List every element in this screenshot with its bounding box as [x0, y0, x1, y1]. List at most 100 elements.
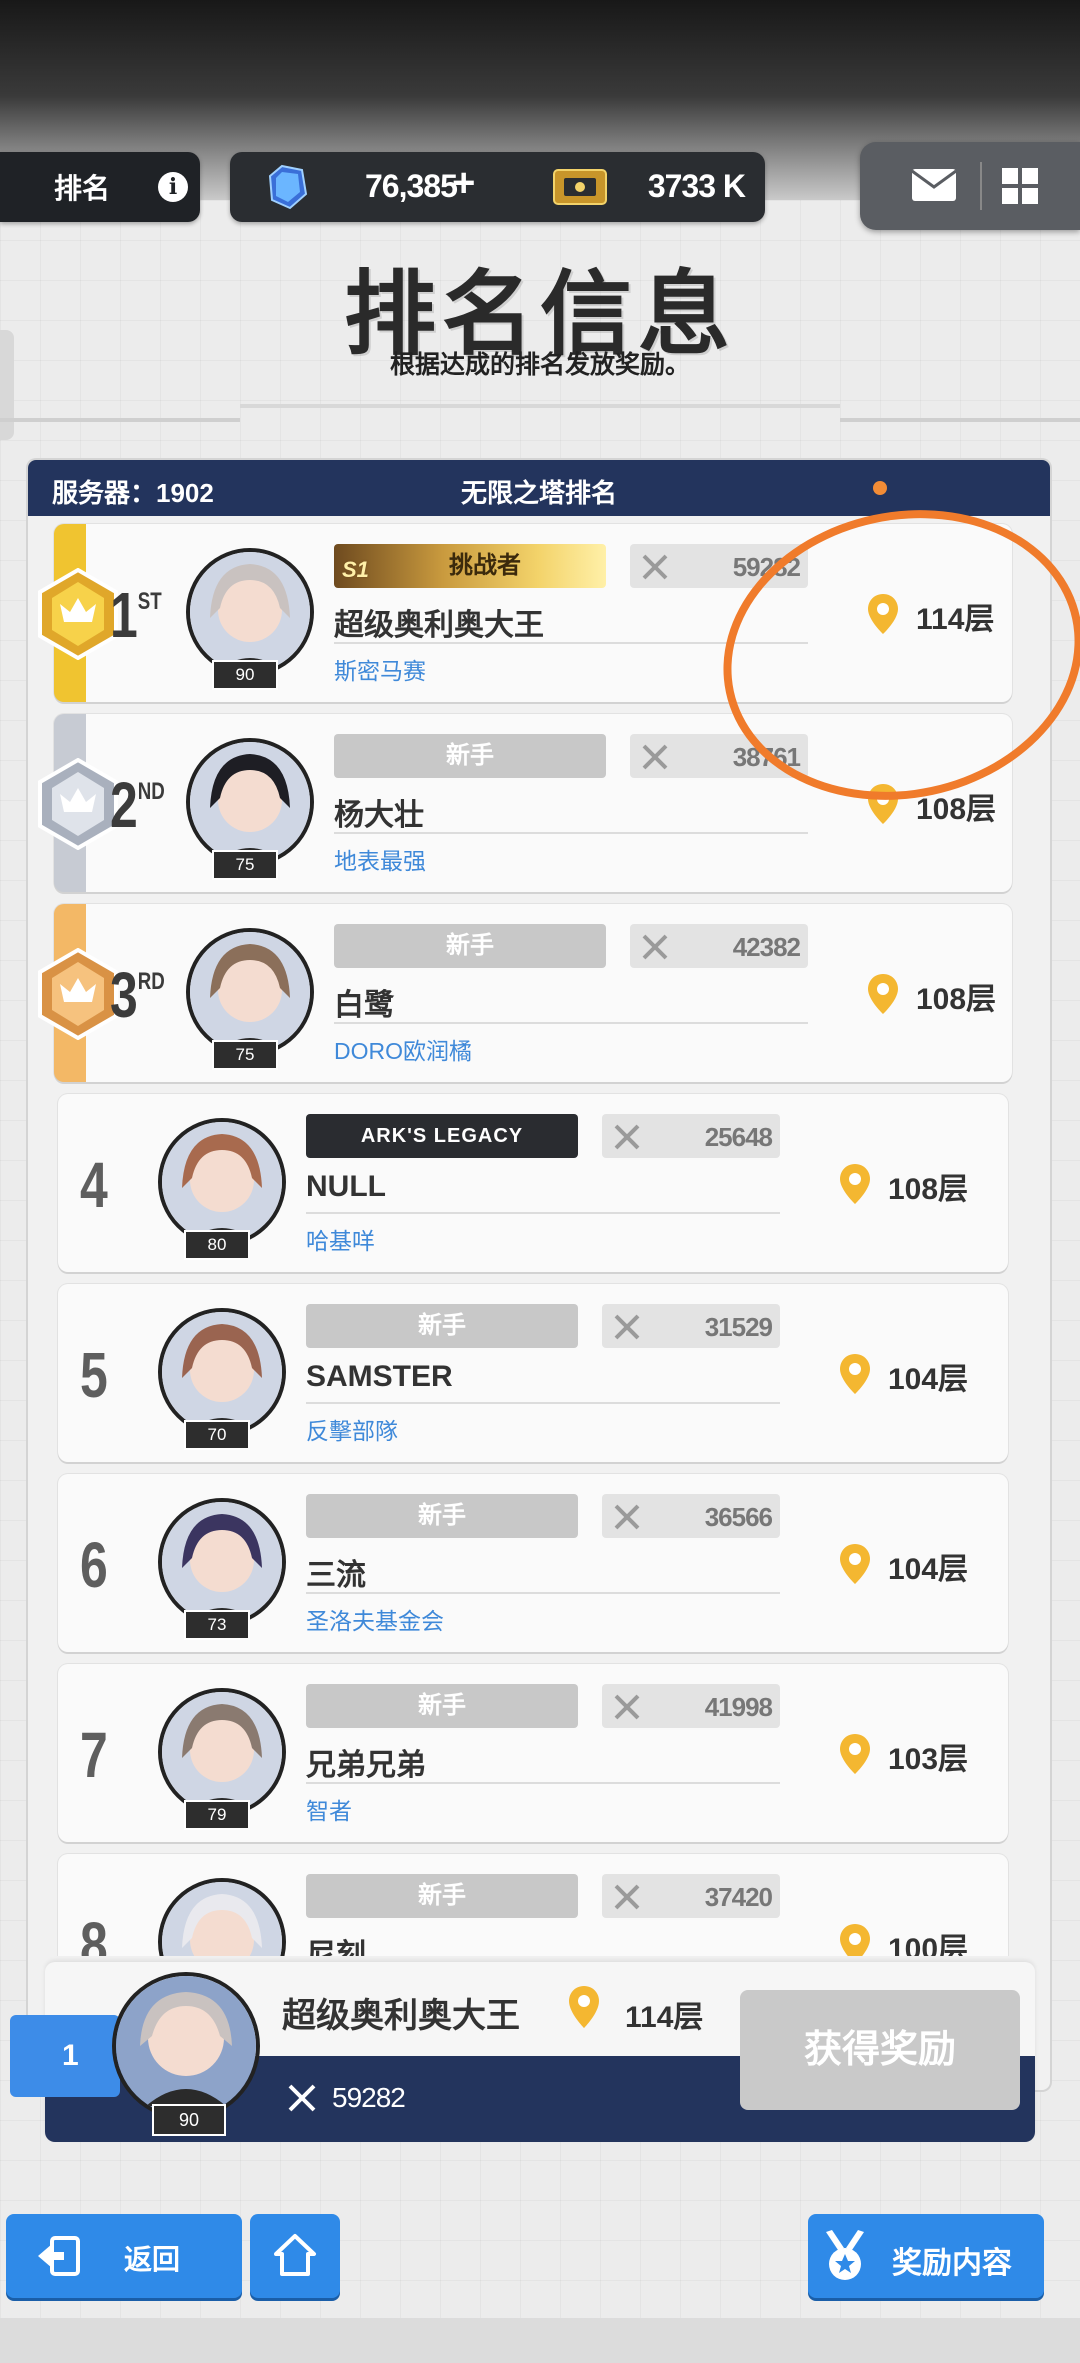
- tower-floor: 108层: [888, 1173, 969, 1206]
- tower-floor: 104层: [888, 1363, 969, 1396]
- union-name[interactable]: 圣洛夫基金会: [306, 1602, 444, 1636]
- player-level: 73: [184, 1610, 250, 1640]
- union-name[interactable]: 哈基咩: [306, 1222, 375, 1256]
- system-bottom-bar: [0, 2318, 1080, 2363]
- player-name: 尼刻: [306, 1939, 366, 1956]
- credit-count: 3733 K: [647, 168, 746, 204]
- info-icon[interactable]: i: [158, 172, 189, 202]
- player-avatar[interactable]: [158, 1688, 286, 1816]
- back-icon: [38, 2236, 80, 2276]
- ranking-row[interactable]: 8 新手 37420 尼刻 100层: [58, 1854, 1008, 1956]
- player-avatar[interactable]: [186, 548, 314, 676]
- tower-floor: 104层: [888, 1553, 969, 1586]
- union-name[interactable]: DORO欧润橘: [334, 1032, 472, 1066]
- claim-reward-button[interactable]: 获得奖励: [740, 1990, 1020, 2110]
- rank-medal-icon: [38, 758, 118, 850]
- player-avatar[interactable]: [186, 928, 314, 1056]
- union-name[interactable]: 反擊部隊: [306, 1412, 398, 1446]
- title-badge: 新手: [334, 924, 606, 968]
- combat-power-icon: [614, 1504, 640, 1530]
- mail-icon[interactable]: [910, 167, 958, 203]
- tower-floor: 100层: [888, 1933, 969, 1956]
- rank-number: 5: [80, 1339, 108, 1411]
- rank-tab-label: 排名: [54, 173, 111, 204]
- player-name: SAMSTER: [306, 1360, 453, 1393]
- title-badge: 新手: [306, 1684, 578, 1728]
- top-right-divider: [980, 162, 982, 210]
- page-subtitle: 根据达成的排名发放奖励。: [389, 351, 690, 379]
- player-avatar[interactable]: [158, 1118, 286, 1246]
- own-floor: 114层: [625, 2001, 704, 2034]
- combat-power-icon: [288, 2084, 316, 2112]
- gem-plus-button[interactable]: +: [452, 161, 475, 206]
- own-rank: 1: [10, 2015, 120, 2097]
- frame-line-left: [0, 418, 240, 422]
- floor-pin-icon: [569, 1986, 599, 2028]
- ranking-row[interactable]: 3RD 75 新手 42382 白鹭 DORO欧润橘 108层: [38, 904, 1012, 1082]
- player-avatar[interactable]: [158, 1308, 286, 1436]
- row-divider: [334, 1022, 808, 1024]
- combat-power: 41998: [602, 1684, 780, 1728]
- rank-number: 4: [80, 1149, 108, 1221]
- combat-power: 42382: [630, 924, 808, 968]
- home-icon: [274, 2234, 316, 2276]
- combat-power: 31529: [602, 1304, 780, 1348]
- combat-power-icon: [642, 554, 668, 580]
- rank-tab[interactable]: 排名 i: [0, 152, 200, 222]
- tower-floor: 103层: [888, 1743, 969, 1776]
- back-label: 返回: [124, 2244, 181, 2275]
- player-name: NULL: [306, 1170, 386, 1203]
- title-badge: 新手: [306, 1494, 578, 1538]
- rank-medal-icon: [38, 568, 118, 660]
- combat-power: 25648: [602, 1114, 780, 1158]
- row-divider: [306, 1782, 780, 1784]
- player-level: 70: [184, 1420, 250, 1450]
- home-button[interactable]: [250, 2214, 340, 2298]
- rank-medal-icon: [38, 948, 118, 1040]
- union-name[interactable]: 智者: [306, 1792, 352, 1826]
- gem-count: 76,385: [365, 168, 458, 204]
- ranking-row[interactable]: 5 70 新手 31529 SAMSTER 反擊部隊 104层: [58, 1284, 1008, 1462]
- tower-floor: 108层: [916, 983, 997, 1016]
- ranking-panel-header: 服务器：1902 无限之塔排名: [28, 460, 1050, 516]
- combat-power-icon: [614, 1884, 640, 1910]
- grid-menu-icon[interactable]: [1000, 166, 1040, 206]
- rank-number: 3RD: [110, 959, 165, 1031]
- rank-number: 6: [80, 1529, 108, 1601]
- player-name: 超级奥利奥大王: [334, 609, 544, 642]
- back-button[interactable]: 返回: [6, 2214, 242, 2298]
- ranking-row[interactable]: 4 80 ARK'S LEGACY 25648 NULL 哈基咩 108层: [58, 1094, 1008, 1272]
- player-level: 90: [212, 660, 278, 690]
- union-name[interactable]: 地表最强: [334, 842, 426, 876]
- player-avatar[interactable]: [186, 738, 314, 866]
- floor-pin-icon: [840, 1354, 870, 1394]
- own-power: 59282: [332, 2082, 406, 2113]
- floor-pin-icon: [840, 1544, 870, 1584]
- player-avatar[interactable]: [158, 1498, 286, 1626]
- own-avatar[interactable]: [112, 1972, 260, 2120]
- player-level: 79: [184, 1800, 250, 1830]
- arena-logo: S1: [342, 557, 369, 582]
- reward-content-button[interactable]: 奖励内容: [808, 2214, 1044, 2298]
- player-avatar[interactable]: [158, 1878, 286, 1956]
- player-level: 75: [212, 850, 278, 880]
- combat-power-icon: [642, 744, 668, 770]
- frame-line-mid: [240, 404, 840, 408]
- floor-pin-icon: [840, 1164, 870, 1204]
- own-level: 90: [152, 2104, 226, 2136]
- floor-pin-icon: [868, 974, 898, 1014]
- row-divider: [334, 832, 808, 834]
- title-badge: 新手: [334, 734, 606, 778]
- combat-power: 36566: [602, 1494, 780, 1538]
- title-badge: 新手: [306, 1874, 578, 1918]
- title-badge: ARK'S LEGACY: [306, 1114, 578, 1158]
- player-level: 75: [212, 1040, 278, 1070]
- row-divider: [306, 1592, 780, 1594]
- combat-power-icon: [614, 1694, 640, 1720]
- ranking-row[interactable]: 7 79 新手 41998 兄弟兄弟 智者 103层: [58, 1664, 1008, 1842]
- ranking-row[interactable]: 6 73 新手 36566 三流 圣洛夫基金会 104层: [58, 1474, 1008, 1652]
- union-name[interactable]: 斯密马赛: [334, 652, 426, 686]
- combat-power: 37420: [602, 1874, 780, 1918]
- top-right-buttons: [860, 142, 1080, 230]
- player-name: 白鹭: [334, 989, 394, 1022]
